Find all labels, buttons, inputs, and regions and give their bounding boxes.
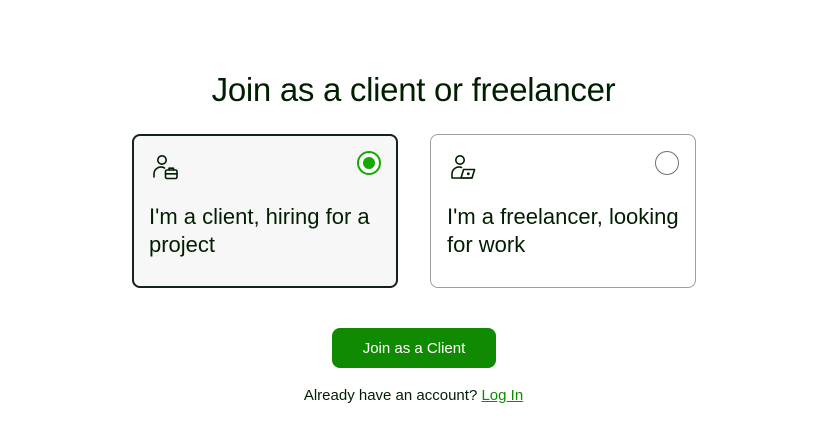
freelancer-laptop-icon: [451, 155, 476, 179]
client-radio[interactable]: [357, 151, 381, 175]
freelancer-radio[interactable]: [655, 151, 679, 175]
client-briefcase-icon: [153, 155, 178, 180]
freelancer-option-label: I'm a freelancer, looking for work: [447, 204, 679, 257]
join-as-client-button[interactable]: Join as a Client: [332, 328, 496, 368]
page-title: Join as a client or freelancer: [211, 71, 616, 109]
client-option-label: I'm a client, hiring for a project: [149, 204, 370, 257]
client-option-card[interactable]: I'm a client, hiring for a project: [132, 134, 398, 288]
login-prompt-text: Already have an account?: [303, 387, 478, 404]
signup-page: Join as a client or freelancer I'm a cli…: [0, 0, 827, 429]
login-prompt-line: Already have an account? Log In: [0, 386, 827, 406]
freelancer-option-card[interactable]: I'm a freelancer, looking for work: [430, 134, 696, 288]
radio-selected-dot: [363, 157, 375, 169]
login-link[interactable]: Log In: [481, 387, 523, 404]
